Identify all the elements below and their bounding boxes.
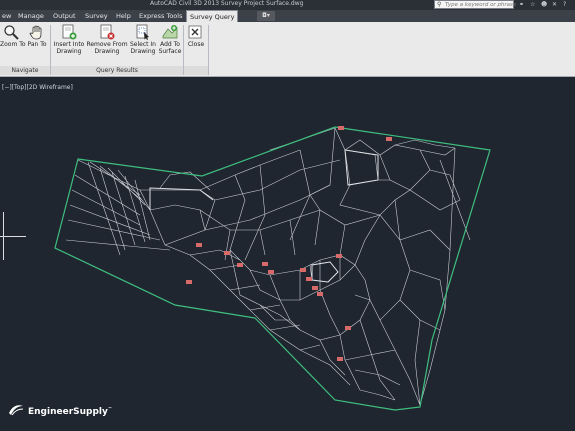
building-outline <box>344 149 379 186</box>
survey-point[interactable] <box>336 254 342 258</box>
tin-surface-drawing[interactable] <box>0 0 575 431</box>
survey-point[interactable] <box>268 270 274 274</box>
survey-point[interactable] <box>196 243 202 247</box>
survey-point[interactable] <box>338 126 344 130</box>
tin-triangulation-mesh <box>65 126 471 406</box>
survey-point[interactable] <box>262 262 268 266</box>
survey-point[interactable] <box>186 280 192 284</box>
survey-point[interactable] <box>224 251 230 255</box>
survey-point[interactable] <box>317 292 323 296</box>
survey-point[interactable] <box>345 326 351 330</box>
survey-point[interactable] <box>337 357 343 361</box>
survey-point[interactable] <box>386 137 392 141</box>
surface-boundary <box>54 126 491 411</box>
cursor-crosshair-vertical <box>3 212 4 260</box>
building-outline <box>311 261 339 283</box>
survey-points <box>186 126 392 361</box>
survey-point[interactable] <box>306 277 312 281</box>
building-outline <box>149 187 214 210</box>
logo-swoosh-icon <box>9 405 24 416</box>
survey-point[interactable] <box>312 286 318 290</box>
survey-point[interactable] <box>237 263 243 267</box>
logo-brand-text: EngineerSupply™ <box>28 406 112 417</box>
survey-point[interactable] <box>300 268 306 272</box>
